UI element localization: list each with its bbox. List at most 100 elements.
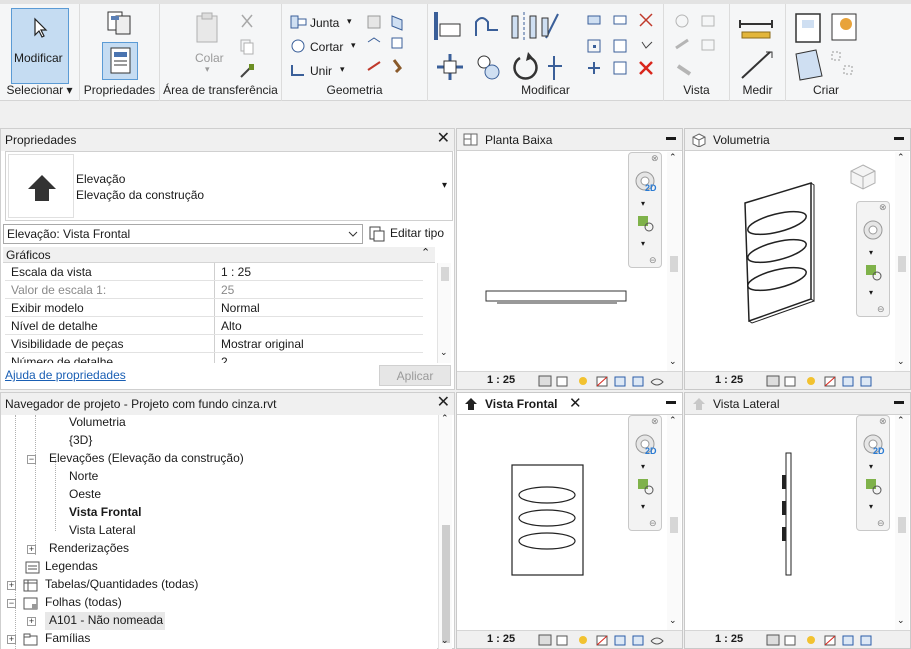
prop-value[interactable]: Mostrar original [217, 337, 304, 351]
navbar-close-icon[interactable]: ⊗ [651, 153, 659, 164]
chevron-down-icon[interactable]: ▾ [869, 288, 873, 297]
view-control-icons[interactable] [765, 374, 905, 388]
chevron-down-icon[interactable]: ▾ [641, 502, 645, 511]
cut-geometry-icon[interactable] [290, 38, 308, 54]
measure-tools-icons[interactable] [736, 12, 782, 82]
expand-icon[interactable]: + [7, 581, 16, 590]
tree-item[interactable]: Famílias [45, 631, 90, 645]
create-tools-icons[interactable] [792, 10, 862, 84]
chevron-down-icon[interactable]: ▾ [641, 462, 645, 471]
view-menu-icon[interactable]: ▬ [666, 396, 676, 407]
navigation-bar[interactable]: ⊗ 2D ▾ ▾ ⊖ [628, 415, 662, 531]
collapse-icon[interactable]: − [7, 599, 16, 608]
modificar-button[interactable]: Modificar [11, 8, 69, 84]
view-scale[interactable]: 1 : 25 [487, 633, 515, 645]
unir-label[interactable]: Unir [310, 64, 332, 78]
section-graficos[interactable]: Gráficos ⌃ [3, 247, 435, 263]
type-properties-icon[interactable] [104, 10, 136, 38]
view-scrollbar[interactable]: ⌃ ⌄ [667, 152, 681, 372]
tree-item[interactable]: Elevações (Elevação da construção) [49, 451, 244, 465]
navbar-options-icon[interactable]: ⊖ [649, 255, 657, 266]
edit-type-button[interactable]: Editar tipo [367, 224, 451, 244]
modify-tools-large-icons[interactable] [432, 10, 564, 84]
steering-wheel-icon[interactable] [861, 218, 887, 244]
join-icon[interactable] [290, 14, 308, 30]
view-volumetria[interactable]: Volumetria ▬ ⊗ ▾ ▾ ⊖ ⌃ ⌄ 1 : 25 [684, 128, 911, 390]
properties-scrollbar[interactable]: ⌄ [437, 263, 451, 363]
view-scale[interactable]: 1 : 25 [715, 633, 743, 645]
expand-icon[interactable]: + [27, 617, 36, 626]
modify-tools-small-icons[interactable] [586, 12, 662, 80]
view-control-icons[interactable] [537, 633, 677, 647]
view-scale[interactable]: 1 : 25 [715, 374, 743, 386]
type-selector[interactable]: Elevação Elevação da construção ▾ [5, 151, 453, 221]
tree-item[interactable]: Tabelas/Quantidades (todas) [45, 577, 198, 591]
type-selector-arrow[interactable]: ▾ [442, 180, 447, 191]
tree-item-active[interactable]: Vista Frontal [69, 505, 141, 519]
cortar-dropdown-arrow[interactable]: ▾ [351, 40, 356, 51]
zoom-region-icon[interactable] [865, 264, 883, 282]
paste-icon[interactable] [193, 12, 223, 46]
view-scale[interactable]: 1 : 25 [487, 374, 515, 386]
expand-icon[interactable]: + [27, 545, 36, 554]
instance-selector[interactable]: Elevação: Vista Frontal [3, 224, 363, 244]
view-planta-baixa[interactable]: Planta Baixa ▬ ⊗ 2D ▾ ▾ ⊖ ⌃ ⌄ 1 : 25 [456, 128, 683, 390]
tree-item[interactable]: {3D} [69, 433, 92, 447]
tree-item[interactable]: Oeste [69, 487, 101, 501]
view-menu-icon[interactable]: ▬ [894, 132, 904, 143]
navbar-close-icon[interactable]: ⊗ [879, 416, 887, 427]
prop-row[interactable]: Número de detalhe 2 [5, 353, 423, 363]
navigation-bar[interactable]: ⊗ 2D ▾ ▾ ⊖ [856, 415, 890, 531]
chevron-down-icon[interactable]: ▾ [869, 462, 873, 471]
prop-row[interactable]: Exibir modelo Normal [5, 299, 423, 317]
copy-icon[interactable] [238, 38, 256, 56]
tree-item[interactable]: Vista Lateral [69, 523, 136, 537]
junta-label[interactable]: Junta [310, 16, 339, 30]
tree-item[interactable]: Renderizações [49, 541, 129, 555]
chevron-down-icon[interactable]: ▾ [641, 199, 645, 208]
unir-dropdown-arrow[interactable]: ▾ [340, 64, 345, 75]
view-control-icons[interactable] [765, 633, 905, 647]
match-properties-icon[interactable] [238, 62, 256, 80]
tree-item[interactable]: Folhas (todas) [45, 595, 122, 609]
tree-item[interactable]: Volumetria [69, 415, 126, 429]
apply-button[interactable]: Aplicar [379, 365, 451, 386]
view-scrollbar[interactable]: ⌃ ⌄ [895, 415, 909, 631]
view-menu-icon[interactable]: ▬ [666, 132, 676, 143]
view-control-icons[interactable] [537, 374, 677, 388]
collapse-section-icon[interactable]: ⌃ [421, 246, 430, 259]
properties-button[interactable] [102, 42, 138, 80]
navbar-close-icon[interactable]: ⊗ [879, 202, 887, 213]
view-menu-icon[interactable]: ▬ [894, 396, 904, 407]
chevron-down-icon[interactable]: ▾ [869, 248, 873, 257]
browser-close-button[interactable]: ✕ [437, 395, 450, 411]
prop-row[interactable]: Visibilidade de peças Mostrar original [5, 335, 423, 353]
view-close-button[interactable]: ✕ [569, 394, 582, 412]
selecionar-dropdown[interactable]: Selecionar ▾ [0, 83, 79, 97]
prop-row[interactable]: Escala da vista 1 : 25 [5, 263, 423, 281]
tree-item-selected[interactable]: A101 - Não nomeada [45, 612, 165, 630]
prop-row[interactable]: Nível de detalhe Alto [5, 317, 423, 335]
cut-icon[interactable] [238, 12, 256, 30]
junta-dropdown-arrow[interactable]: ▾ [347, 16, 352, 27]
view-tools-icons[interactable] [672, 12, 724, 82]
chevron-down-icon[interactable]: ▾ [869, 502, 873, 511]
geometry-tools-icons[interactable] [366, 12, 414, 84]
chevron-down-icon[interactable]: ▾ [641, 239, 645, 248]
browser-scrollbar[interactable]: ⌃ ⌄ [438, 413, 452, 649]
zoom-region-icon[interactable] [865, 478, 883, 496]
viewcube-icon[interactable] [845, 161, 881, 193]
prop-value[interactable]: Normal [217, 301, 260, 315]
navbar-options-icon[interactable]: ⊖ [877, 518, 885, 529]
unjoin-icon[interactable] [290, 62, 308, 78]
navbar-options-icon[interactable]: ⊖ [877, 304, 885, 315]
view-vista-lateral[interactable]: Vista Lateral ▬ ⊗ 2D ▾ ▾ ⊖ ⌃ ⌄ 1 : 25 [684, 392, 911, 649]
zoom-region-icon[interactable] [637, 215, 655, 233]
prop-value[interactable]: 1 : 25 [217, 265, 251, 279]
properties-help-link[interactable]: Ajuda de propriedades [5, 368, 126, 382]
view-vista-frontal[interactable]: Vista Frontal ✕ ▬ ⊗ 2D ▾ ▾ ⊖ ⌃ ⌄ 1 : 25 [456, 392, 683, 649]
view-scrollbar[interactable]: ⌃ ⌄ [667, 415, 681, 631]
navbar-close-icon[interactable]: ⊗ [651, 416, 659, 427]
view-scrollbar[interactable]: ⌃ ⌄ [895, 152, 909, 372]
zoom-region-icon[interactable] [637, 478, 655, 496]
